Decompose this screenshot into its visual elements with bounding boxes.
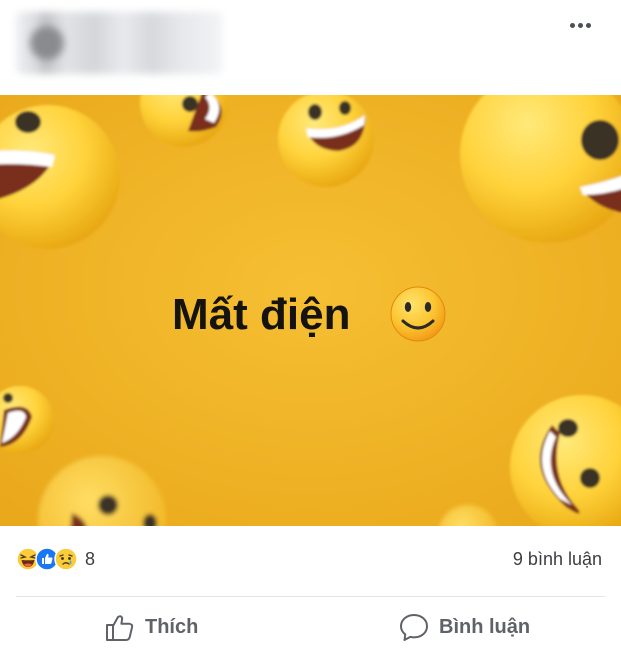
blurred-author-info [16,12,222,74]
like-label: Thích [145,615,199,638]
reactions-bar: 8 9 bình luận [0,526,621,596]
more-options-button[interactable] [565,10,595,40]
reaction-summary[interactable]: 8 [16,546,95,572]
post-header [0,0,621,95]
thumbs-up-icon [106,615,134,641]
post-image[interactable]: Mất điện [0,95,621,526]
comments-count[interactable]: 9 bình luận [513,546,602,572]
reaction-count[interactable]: 8 [85,546,95,572]
like-button[interactable]: Thích [104,609,198,645]
avatar [30,26,64,60]
emoji-ball [278,95,374,187]
comment-icon [400,614,428,641]
slightly-smiling-face-icon [390,286,446,342]
post-caption: Mất điện [172,290,350,339]
more-options-icon [569,22,575,28]
post-actions: Thích Bình luận [0,597,621,651]
comment-label: Bình luận [439,615,531,638]
comment-button[interactable]: Bình luận [398,609,530,645]
sad-icon [54,547,78,571]
